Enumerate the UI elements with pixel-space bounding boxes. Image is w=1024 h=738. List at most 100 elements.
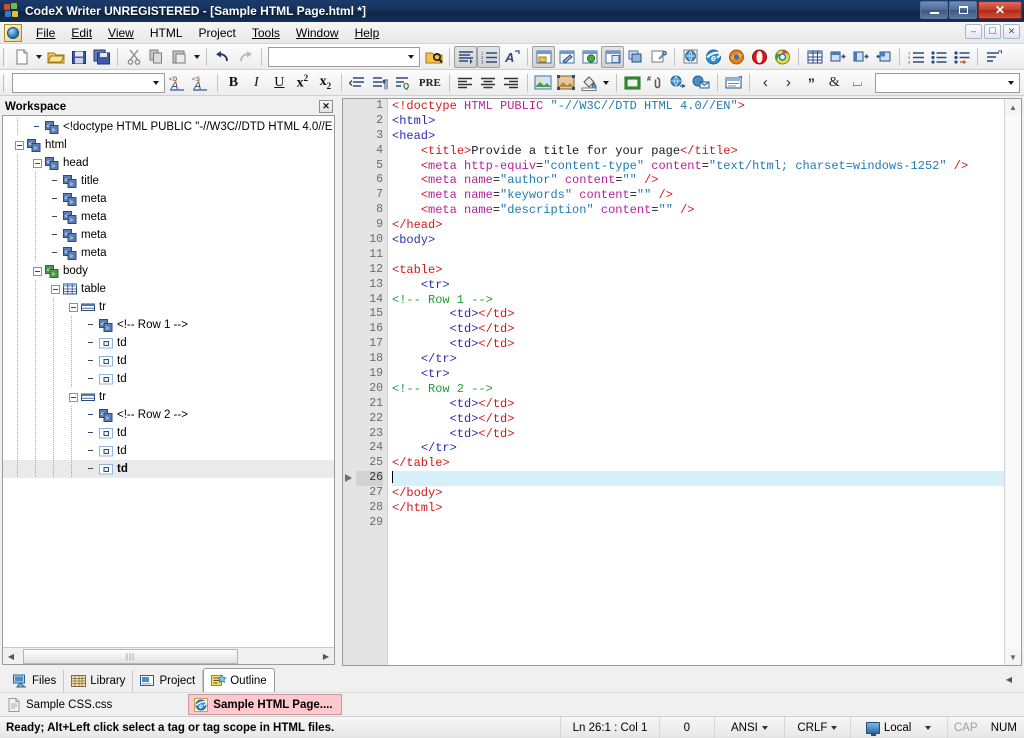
scroll-track[interactable] <box>1005 115 1021 649</box>
code-line[interactable]: <meta name="keywords" content="" /> <box>392 188 1004 203</box>
tree-node[interactable]: < > meta <box>3 208 334 226</box>
status-encoding[interactable]: ANSI <box>713 716 785 738</box>
menu-item-edit[interactable]: Edit <box>63 23 100 43</box>
nbsp-entity-icon[interactable]: ⌴ <box>846 72 869 94</box>
tree-expander-icon[interactable] <box>51 284 60 294</box>
cut-icon[interactable] <box>122 46 145 68</box>
gutter-mark-slot[interactable] <box>343 382 356 397</box>
insert-column-icon[interactable] <box>849 46 872 68</box>
code-line[interactable]: <meta name="description" content="" /> <box>392 203 1004 218</box>
code-line[interactable]: <td></td> <box>392 412 1004 427</box>
gutter-mark-slot[interactable] <box>343 144 356 159</box>
code-line[interactable] <box>392 248 1004 263</box>
gutter-mark-slot[interactable] <box>343 278 356 293</box>
paste-icon[interactable] <box>168 46 191 68</box>
align-left-icon[interactable] <box>454 72 477 94</box>
tree-node[interactable]: td <box>3 442 334 460</box>
ordered-list-icon[interactable]: 123 <box>904 46 927 68</box>
pre-icon[interactable]: PRE <box>415 72 445 94</box>
file-tab[interactable]: e Sample HTML Page.... <box>188 694 342 715</box>
mdi-restore-button[interactable]: ☐ <box>984 24 1001 39</box>
code-line[interactable] <box>392 471 1004 487</box>
align-right-icon[interactable] <box>500 72 523 94</box>
insert-form-icon[interactable] <box>621 72 644 94</box>
dock-tab-project[interactable]: Project <box>133 670 204 692</box>
new-file-dropdown-icon[interactable] <box>33 46 44 68</box>
outline-tree-panel[interactable]: < > <!doctype HTML PUBLIC "-//W3C//DTD HTM… <box>2 115 335 665</box>
gutter-mark-slot[interactable] <box>343 441 356 456</box>
bold-icon[interactable]: B <box>222 72 245 94</box>
code-line[interactable]: <html> <box>392 114 1004 129</box>
gutter-mark-slot[interactable] <box>343 263 356 278</box>
tree-expander-icon[interactable] <box>69 302 78 312</box>
current-line-marker[interactable] <box>343 471 356 486</box>
tree-node[interactable]: < > <!-- Row 2 --> <box>3 406 334 424</box>
open-folder-icon[interactable] <box>44 46 67 68</box>
windows-cascade-icon[interactable] <box>624 46 647 68</box>
gutter-mark-slot[interactable] <box>343 367 356 382</box>
tree-node[interactable]: < > meta <box>3 244 334 262</box>
insert-row-icon[interactable] <box>826 46 849 68</box>
menu-item-project[interactable]: Project <box>191 23 244 43</box>
code-line[interactable]: <td></td> <box>392 322 1004 337</box>
dock-tab-outline[interactable]: Outline <box>203 668 275 692</box>
ampersand-entity-icon[interactable]: & <box>823 72 846 94</box>
scroll-right-button[interactable]: ▶ <box>318 649 334 664</box>
editor-vertical-scrollbar[interactable]: ▲ ▼ <box>1004 99 1021 665</box>
code-editor[interactable]: 1 2 3 4 5 6 7 8 9 10 11 12 13 14 15 16 17 18 19 20 21 22 23 24 2… <box>342 98 1022 666</box>
code-line[interactable]: <td></td> <box>392 307 1004 322</box>
undo-icon[interactable] <box>211 46 234 68</box>
tree-node[interactable]: < > <!doctype HTML PUBLIC "-//W3C//DTD HTM… <box>3 118 334 136</box>
gutter-mark-slot[interactable] <box>343 456 356 471</box>
status-location[interactable]: Local <box>849 716 947 738</box>
blockquote-icon[interactable]: Q <box>392 72 415 94</box>
restore-button[interactable] <box>949 1 977 19</box>
background-color-icon[interactable] <box>578 72 601 94</box>
align-center-icon[interactable] <box>477 72 500 94</box>
code-line[interactable]: <meta name="author" content="" /> <box>392 173 1004 188</box>
gutter-mark-slot[interactable] <box>343 337 356 352</box>
toolbar-grip[interactable] <box>3 73 7 92</box>
tree-expander-icon[interactable] <box>33 158 42 168</box>
preview-window-icon[interactable] <box>532 45 555 68</box>
list-options-icon[interactable] <box>982 46 1005 68</box>
background-dropdown-icon[interactable] <box>601 72 612 94</box>
internet-explorer-icon[interactable]: e <box>702 46 725 68</box>
chrome-icon[interactable] <box>771 46 794 68</box>
unordered-list-icon[interactable] <box>927 46 950 68</box>
browse-globe-icon[interactable] <box>679 46 702 68</box>
editor-bookmark-gutter[interactable] <box>343 99 356 665</box>
tree-node[interactable]: td <box>3 334 334 352</box>
tree-node[interactable]: < > body <box>3 262 334 280</box>
menu-item-view[interactable]: View <box>100 23 142 43</box>
tree-node[interactable]: < > <!-- Row 1 --> <box>3 316 334 334</box>
scroll-track[interactable]: ||| <box>19 648 318 664</box>
gutter-mark-slot[interactable] <box>343 352 356 367</box>
tree-node[interactable]: td <box>3 370 334 388</box>
quote-entity-icon[interactable]: ” <box>800 72 823 94</box>
hyperlink-icon[interactable] <box>667 72 690 94</box>
paragraph-icon[interactable]: ¶ <box>369 72 392 94</box>
find-combo[interactable] <box>268 46 420 67</box>
tree-scroll-area[interactable]: < > <!doctype HTML PUBLIC "-//W3C//DTD HTM… <box>3 116 334 647</box>
tree-expander-icon[interactable] <box>15 140 24 150</box>
mdi-minimize-button[interactable]: – <box>965 24 982 39</box>
gutter-mark-slot[interactable] <box>343 307 356 322</box>
find-in-files-icon[interactable] <box>422 46 445 68</box>
gutter-mark-slot[interactable] <box>343 129 356 144</box>
code-line[interactable]: <td></td> <box>392 397 1004 412</box>
underline-icon[interactable]: U <box>268 72 291 94</box>
code-line[interactable]: </tr> <box>392 352 1004 367</box>
menu-item-help[interactable]: Help <box>347 23 388 43</box>
tree-node[interactable]: < > title <box>3 172 334 190</box>
editor-code-area[interactable]: <!doctype HTML PUBLIC "-//W3C//DTD HTML … <box>388 99 1004 665</box>
tree-node[interactable]: < > head <box>3 154 334 172</box>
dock-tab-library[interactable]: Library <box>64 670 134 692</box>
gutter-mark-slot[interactable] <box>343 159 356 174</box>
italic-icon[interactable]: I <box>245 72 268 94</box>
dock-tab-files[interactable]: Files <box>6 670 65 692</box>
gutter-mark-slot[interactable] <box>343 516 356 531</box>
collapse-panel-icon[interactable]: ◀ <box>1002 672 1016 686</box>
properties-icon[interactable] <box>647 46 670 68</box>
scroll-thumb[interactable]: ||| <box>23 648 238 664</box>
